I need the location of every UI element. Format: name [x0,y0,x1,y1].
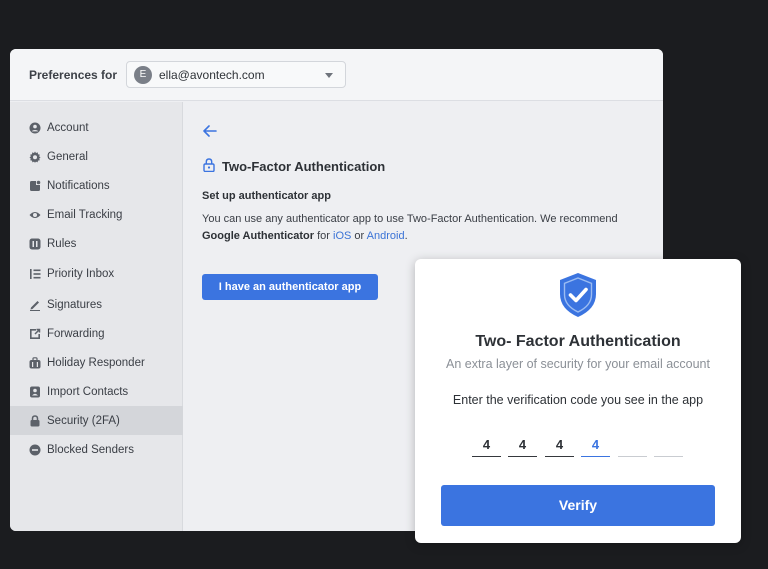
description: You can use any authenticator app to use… [202,211,662,245]
code-digit-3[interactable]: 4 [545,437,574,457]
priority-list-icon [29,268,41,280]
sidebar: Account General Notifications Email Trac… [10,102,183,531]
sidebar-item-label: Import Contacts [47,385,129,398]
pen-icon [29,299,41,311]
sidebar-item-import-contacts[interactable]: Import Contacts [10,377,183,406]
authenticator-app-button[interactable]: I have an authenticator app [202,274,378,300]
sidebar-item-label: General [47,150,88,163]
shield-check-icon [560,273,596,317]
description-end: . [404,230,408,242]
description-or: or [354,230,365,242]
sidebar-item-label: Holiday Responder [47,356,145,369]
avatar: E [134,66,152,84]
sidebar-item-security[interactable]: Security (2FA) [10,406,183,435]
code-digit-1[interactable]: 4 [472,437,501,457]
sidebar-item-account[interactable]: Account [10,113,183,142]
sidebar-item-blocked-senders[interactable]: Blocked Senders [10,435,183,464]
sidebar-item-forwarding[interactable]: Forwarding [10,319,183,348]
lock-icon [29,414,41,427]
sidebar-item-label: Security (2FA) [47,414,120,427]
sidebar-item-priority-inbox[interactable]: Priority Inbox [10,259,183,288]
sidebar-item-label: Account [47,121,89,134]
forward-icon [29,328,41,340]
notification-icon [29,180,41,192]
code-digit-6[interactable] [654,437,683,457]
back-arrow-icon[interactable] [202,124,218,138]
user-circle-icon [29,122,41,134]
block-icon [29,444,41,456]
code-digit-5[interactable] [618,437,647,457]
sidebar-item-label: Notifications [47,179,110,192]
sidebar-item-email-tracking[interactable]: Email Tracking [10,200,183,229]
page-title: Two-Factor Authentication [222,159,386,174]
modal-instruction: Enter the verification code you see in t… [452,393,704,407]
ios-link[interactable]: iOS [333,230,351,242]
sidebar-item-signatures[interactable]: Signatures [10,290,183,319]
description-for: for [317,230,330,242]
sidebar-item-notifications[interactable]: Notifications [10,171,183,200]
gear-icon [29,151,41,163]
sidebar-item-general[interactable]: General [10,142,183,171]
description-text: You can use any authenticator app to use… [202,213,618,225]
sidebar-item-rules[interactable]: Rules [10,229,183,258]
chevron-down-icon [325,73,333,78]
sidebar-item-label: Rules [47,237,77,250]
android-link[interactable]: Android [367,230,405,242]
sidebar-item-label: Signatures [47,298,102,311]
recommended-app: Google Authenticator [202,230,315,242]
account-email: ella@avontech.com [159,68,265,82]
code-digit-2[interactable]: 4 [508,437,537,457]
code-digit-4[interactable]: 4 [581,437,610,457]
section-subtitle: Set up authenticator app [202,190,331,202]
sidebar-item-holiday-responder[interactable]: Holiday Responder [10,348,183,377]
suitcase-icon [29,356,41,369]
modal-subtitle: An extra layer of security for your emai… [445,357,710,371]
preferences-header: Preferences for E ella@avontech.com [10,49,663,101]
sidebar-item-label: Blocked Senders [47,443,134,456]
lock-icon [203,158,215,172]
verify-button[interactable]: Verify [441,485,715,526]
sidebar-item-label: Forwarding [47,327,105,340]
rules-icon [29,238,41,250]
two-factor-modal: Two- Factor Authentication An extra laye… [415,259,741,543]
eye-icon [29,209,41,221]
sidebar-item-label: Priority Inbox [47,267,115,280]
sidebar-item-label: Email Tracking [47,208,123,221]
account-select[interactable]: E ella@avontech.com [126,61,346,88]
modal-title: Two- Factor Authentication [475,333,681,350]
preferences-label: Preferences for [29,68,118,82]
contacts-icon [29,386,41,398]
